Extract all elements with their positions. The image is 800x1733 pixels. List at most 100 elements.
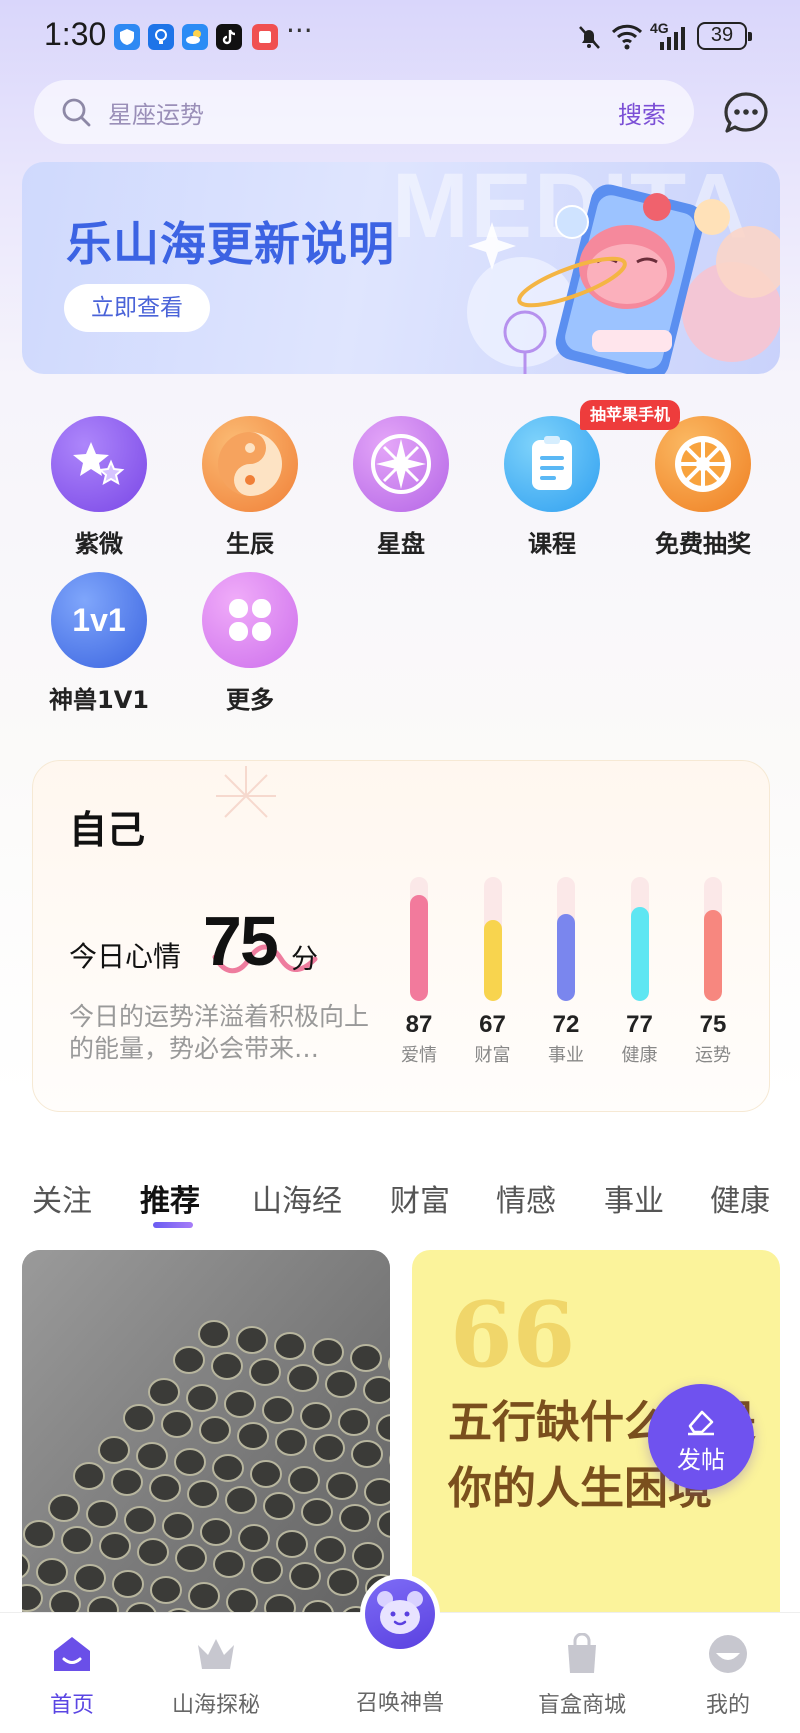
red-app-icon	[252, 24, 278, 50]
nav-profile[interactable]: 我的	[658, 1633, 798, 1719]
grille-hole	[275, 1428, 307, 1456]
grille-hole	[136, 1442, 168, 1470]
mute-icon	[579, 26, 600, 49]
message-icon[interactable]	[722, 90, 770, 136]
grille-hole	[112, 1570, 144, 1598]
search-input[interactable]: 星座运势	[108, 95, 204, 130]
service-1v1[interactable]: 1v1 神兽1V1	[24, 572, 174, 715]
service-lottery[interactable]: 免费抽奖	[628, 416, 778, 559]
grille-hole	[174, 1448, 206, 1476]
tab-recommend[interactable]: 推荐	[140, 1176, 200, 1220]
yin-yang-icon	[202, 416, 298, 512]
grille-hole	[325, 1370, 357, 1398]
service-kecheng[interactable]: 课程	[477, 416, 627, 559]
metric-2: 72 事业	[536, 877, 596, 1067]
1v1-icon-text: 1v1	[72, 601, 126, 638]
grille-hole	[249, 1358, 281, 1386]
grille-hole	[363, 1376, 390, 1404]
grille-hole	[148, 1378, 180, 1406]
crown-icon	[198, 1639, 234, 1669]
tab-health[interactable]: 健康	[710, 1176, 770, 1220]
metric-value: 72	[552, 1011, 580, 1038]
metric-label: 财富	[474, 1045, 511, 1066]
post-button-label: 发帖	[677, 1446, 725, 1474]
metric-bar-fill	[483, 920, 502, 1001]
grille-hole	[36, 1558, 68, 1586]
nav-summon[interactable]	[360, 1574, 440, 1654]
tab-emotion[interactable]: 情感	[496, 1176, 556, 1220]
nav-explore[interactable]: 山海探秘	[146, 1633, 286, 1719]
service-shengchen[interactable]: 生辰	[175, 416, 325, 559]
feed-card-image[interactable]	[22, 1250, 390, 1670]
tab-follow[interactable]: 关注	[32, 1176, 92, 1220]
tab-shanhaijing[interactable]: 山海经	[252, 1176, 342, 1220]
wheel-icon	[655, 416, 751, 512]
search-button[interactable]: 搜索	[618, 95, 666, 130]
update-banner[interactable]: MEDITA 乐山海更新说明 立即查看	[22, 162, 780, 374]
grille-hole	[187, 1480, 219, 1508]
mood-score: 75	[203, 902, 279, 980]
metric-bar-fill	[704, 910, 722, 1001]
tab-wealth[interactable]: 财富	[390, 1176, 450, 1220]
mascot-phone-illustration	[467, 184, 780, 374]
metric-label: 运势	[695, 1045, 731, 1066]
grille-hole	[161, 1410, 193, 1438]
mood-score-unit: 分	[291, 944, 318, 975]
metric-0: 87 爱情	[389, 877, 449, 1067]
grille-hole	[314, 1536, 346, 1564]
banner-view-button[interactable]: 立即查看	[64, 284, 210, 332]
grille-hole	[313, 1434, 345, 1462]
wifi-icon	[611, 24, 643, 50]
metric-3: 77 健康	[610, 877, 670, 1067]
grille-hole	[149, 1474, 181, 1502]
grille-hole	[150, 1576, 182, 1604]
signal-icon	[660, 27, 685, 50]
compass-star-icon	[353, 416, 449, 512]
tab-career[interactable]: 事业	[604, 1176, 664, 1220]
status-time: 1:30	[44, 16, 107, 52]
grille-hole	[338, 1408, 370, 1436]
eraser-icon	[688, 1410, 714, 1436]
nav-label: 我的	[705, 1693, 750, 1718]
grille-hole	[262, 1396, 294, 1424]
grille-hole	[276, 1530, 308, 1558]
metric-bar-fill	[410, 895, 428, 1001]
service-xingpan[interactable]: 星盘	[326, 416, 476, 559]
grille-hole	[263, 1492, 295, 1520]
metric-bar-track	[630, 877, 649, 1001]
metric-value: 67	[479, 1011, 506, 1038]
clover-icon	[202, 572, 298, 668]
grille-hole	[123, 1404, 155, 1432]
bulb-app-icon	[148, 24, 174, 50]
fortune-card[interactable]: 自己 今日心情 75 分 今日的运势洋溢着积极向上的能量，势必会带来… 87 爱情…	[32, 760, 770, 1112]
battery-indicator: 39	[697, 22, 752, 50]
grille-hole	[238, 1524, 270, 1552]
grille-hole	[137, 1538, 169, 1566]
service-ziwei[interactable]: 紫微	[24, 416, 174, 559]
search-bar[interactable]: 星座运势 搜索	[34, 80, 694, 144]
grille-hole	[225, 1486, 257, 1514]
grille-hole	[289, 1562, 321, 1590]
metric-label: 事业	[548, 1045, 584, 1066]
notebook-icon	[504, 416, 600, 512]
grille-hole	[312, 1338, 344, 1366]
grille-hole	[22, 1584, 43, 1612]
grille-hole	[364, 1478, 390, 1506]
grille-hole	[74, 1564, 106, 1592]
more-notifications-icon: ···	[286, 14, 313, 47]
nav-home[interactable]: 首页	[2, 1633, 142, 1719]
grille-hole	[175, 1544, 207, 1572]
service-label: 更多	[226, 686, 274, 714]
1v1-icon: 1v1	[51, 572, 147, 668]
service-more[interactable]: 更多	[175, 572, 325, 715]
grille-hole	[211, 1352, 243, 1380]
weather-app-icon	[182, 24, 208, 50]
nav-blindbox-shop[interactable]: 盲盒商城	[512, 1632, 652, 1719]
grille-hole	[200, 1518, 232, 1546]
grille-hole	[301, 1498, 333, 1526]
nav-label: 山海探秘	[171, 1693, 260, 1718]
profile-icon	[709, 1635, 747, 1673]
metric-bar-fill	[557, 914, 575, 1001]
grille-hole	[236, 1326, 268, 1354]
post-button[interactable]: 发帖	[648, 1384, 754, 1490]
